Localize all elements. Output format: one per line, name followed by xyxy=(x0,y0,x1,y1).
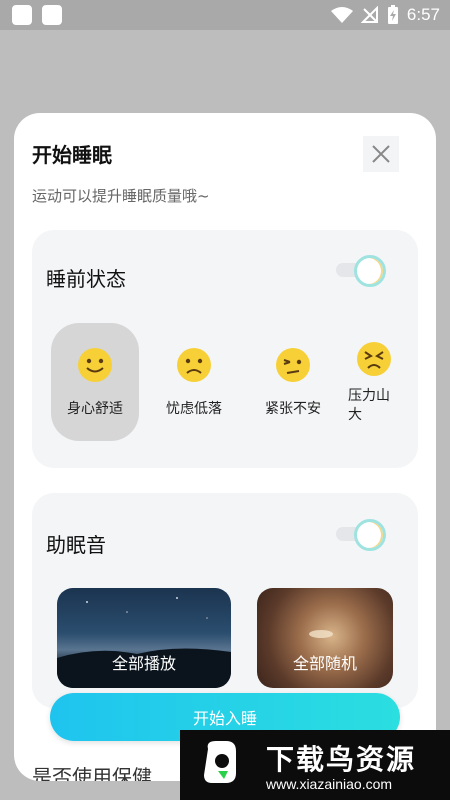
mood-label: 紧张不安 xyxy=(265,401,321,417)
bird-logo-icon xyxy=(204,741,236,783)
dialog-subtitle: 运动可以提升睡眠质量哦~ xyxy=(32,187,210,205)
nervous-face-icon xyxy=(276,348,310,382)
mood-option-nervous[interactable]: 紧张不安 xyxy=(249,323,337,441)
sound-option-shuffle-all[interactable]: 全部随机 xyxy=(257,588,393,688)
sleep-sound-card: 助眠音 全部播放 全部随机 xyxy=(32,493,418,708)
close-button[interactable] xyxy=(363,136,399,172)
sad-face-icon xyxy=(177,348,211,382)
mood-option-stressed[interactable]: 压力山大 xyxy=(330,323,418,441)
sleep-state-card: 睡前状态 身心舒适 忧虑低落 紧张不安 压力山大 xyxy=(32,230,418,468)
watermark-name: 下载鸟资源 xyxy=(266,743,417,776)
mood-option-comfortable[interactable]: 身心舒适 xyxy=(51,323,139,441)
watermark-banner: 下载鸟资源 www.xiazainiao.com xyxy=(180,730,450,800)
status-bar: 6:57 xyxy=(0,0,450,30)
signal-icon xyxy=(360,6,378,23)
smile-face-icon xyxy=(78,348,112,382)
mood-label: 身心舒适 xyxy=(67,401,123,417)
sleep-state-title: 睡前状态 xyxy=(46,267,126,291)
mood-label: 忧虑低落 xyxy=(166,401,222,417)
sleep-sound-title: 助眠音 xyxy=(46,533,106,557)
wifi-icon xyxy=(330,7,353,23)
sound-option-play-all[interactable]: 全部播放 xyxy=(57,588,231,688)
stressed-face-icon xyxy=(357,342,391,376)
notification-icon xyxy=(42,5,62,25)
mood-option-worried[interactable]: 忧虑低落 xyxy=(150,323,238,441)
sleep-sound-toggle[interactable] xyxy=(336,519,388,551)
health-section-title: 是否使用保健 xyxy=(32,765,152,781)
mood-label: 压力山大 xyxy=(348,388,390,423)
sound-label: 全部播放 xyxy=(111,654,176,673)
watermark-url: www.xiazainiao.com xyxy=(266,776,393,792)
battery-icon xyxy=(387,5,398,24)
dialog-title: 开始睡眠 xyxy=(32,143,112,167)
close-icon xyxy=(372,145,390,163)
sound-label: 全部随机 xyxy=(292,654,357,673)
start-sleep-dialog: 开始睡眠 运动可以提升睡眠质量哦~ 睡前状态 身心舒适 忧虑低落 紧张不安 压力… xyxy=(14,113,436,781)
clock: 6:57 xyxy=(406,5,440,24)
sleep-state-toggle[interactable] xyxy=(336,255,388,287)
notification-icon xyxy=(12,5,32,25)
